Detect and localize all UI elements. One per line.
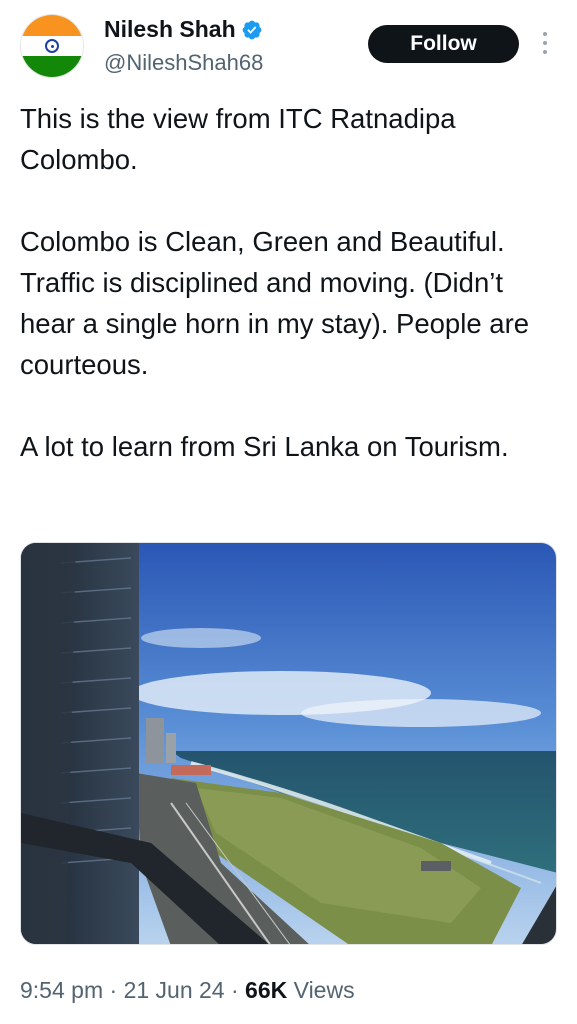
tweet-paragraph: Colombo is Clean, Green and Beautiful. T…: [20, 226, 530, 380]
tweet-time[interactable]: 9:54 pm: [20, 977, 103, 1003]
views-label: Views: [287, 977, 355, 1003]
tweet-text: This is the view from ITC Ratnadipa Colo…: [20, 98, 560, 467]
verified-badge-icon: [242, 20, 262, 39]
tweet-paragraph: A lot to learn from Sri Lanka on Tourism…: [20, 431, 509, 462]
author-name-row: Nilesh Shah: [104, 16, 263, 43]
tweet-photo[interactable]: [20, 542, 557, 945]
author-handle[interactable]: @NileshShah68: [104, 50, 263, 76]
meta-separator: ·: [103, 977, 124, 1003]
india-flag-icon: [45, 39, 59, 53]
more-vertical-icon[interactable]: [539, 28, 551, 58]
tweet-paragraph: This is the view from ITC Ratnadipa Colo…: [20, 103, 456, 175]
views-count: 66K: [245, 977, 288, 1003]
follow-button[interactable]: Follow: [368, 25, 519, 63]
avatar[interactable]: [20, 14, 84, 78]
tweet-meta: 9:54 pm · 21 Jun 24 · 66K Views: [20, 977, 355, 1004]
tweet-date[interactable]: 21 Jun 24: [124, 977, 225, 1003]
author-name[interactable]: Nilesh Shah: [104, 16, 236, 43]
tweet-header: Nilesh Shah @NileshShah68 Follow: [0, 0, 577, 96]
meta-separator: ·: [224, 977, 246, 1003]
photo-scene: [21, 543, 556, 944]
